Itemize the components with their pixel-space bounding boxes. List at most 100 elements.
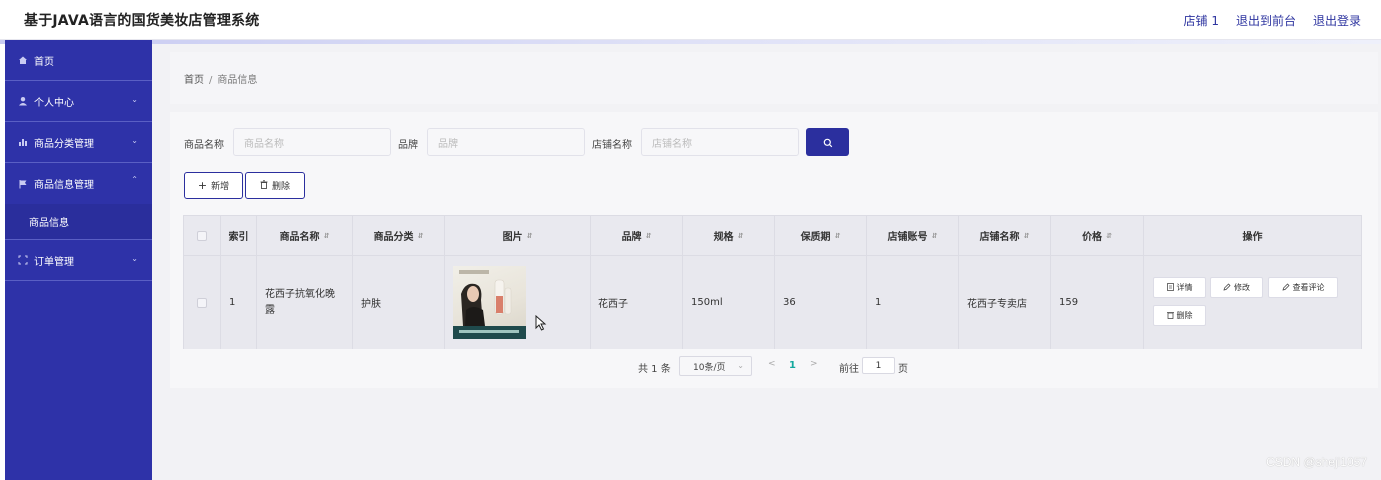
current-page-number[interactable]: 1 [789, 360, 796, 371]
pagination-total: 共 1 条 [638, 364, 671, 375]
add-button[interactable]: + 新增 [184, 172, 243, 199]
chevron-down-icon: ⌄ [131, 95, 138, 104]
header-select-all[interactable] [184, 216, 221, 255]
sort-icon[interactable]: ⇵ [646, 232, 652, 240]
product-image[interactable] [453, 266, 526, 339]
row-checkbox[interactable] [197, 297, 207, 308]
column-header-price[interactable]: 价格 ⇵ [1051, 216, 1144, 255]
page-size-value: 10条/页 [693, 362, 726, 373]
brand-input[interactable]: 品牌 [427, 128, 585, 156]
shop-account-link[interactable]: 店铺 1 [1184, 12, 1219, 29]
detail-label: 详情 [1176, 283, 1193, 292]
trash-icon [260, 179, 268, 192]
column-header-name[interactable]: 商品名称 ⇵ [257, 216, 353, 255]
back-to-frontend-link[interactable]: 退出到前台 [1236, 12, 1296, 29]
column-header-label: 商品分类 [373, 232, 414, 243]
logout-link[interactable]: 退出登录 [1313, 12, 1361, 29]
sidebar-item-category-management[interactable]: 商品分类管理 ⌄ [5, 122, 152, 163]
breadcrumb: 首页 / 商品信息 [184, 71, 257, 86]
cell-brand: 花西子 [591, 256, 683, 349]
edit-icon [1282, 283, 1290, 293]
sidebar-item-home[interactable]: 首页 [5, 40, 152, 81]
column-header-shop-account[interactable]: 店铺账号 ⇵ [867, 216, 959, 255]
column-header-shop-name[interactable]: 店铺名称 ⇵ [959, 216, 1051, 255]
column-header-label: 店铺账号 [887, 232, 928, 243]
chevron-up-icon: ⌃ [131, 175, 138, 184]
sort-icon[interactable]: ⇵ [1024, 232, 1030, 240]
row-select[interactable] [184, 256, 221, 349]
search-button[interactable] [806, 128, 849, 156]
chevron-down-icon: ⌄ [131, 136, 138, 145]
sort-icon[interactable]: ⇵ [1106, 232, 1112, 240]
column-header-index: 索引 [221, 216, 257, 255]
detail-button[interactable]: 详情 [1153, 277, 1206, 298]
column-header-label: 保质期 [800, 232, 831, 243]
bar-chart-icon [18, 137, 28, 147]
next-page-icon[interactable]: > [810, 359, 818, 369]
sort-icon[interactable]: ⇵ [835, 232, 841, 240]
sidebar-item-personal-center[interactable]: 个人中心 ⌄ [5, 81, 152, 122]
batch-delete-label: 删除 [271, 182, 290, 192]
product-table: 索引 商品名称 ⇵ 商品分类 ⇵ 图片 ⇵ 品牌 ⇵ 规格 ⇵ 保质期 ⇵ 店铺账号 ⇵ 店铺… [183, 215, 1362, 349]
column-header-label: 商品名称 [279, 232, 320, 243]
sort-icon[interactable]: ⇵ [418, 232, 424, 240]
chevron-down-icon: ⌄ [131, 254, 138, 263]
breadcrumb-card [170, 52, 1378, 104]
column-header-spec[interactable]: 规格 ⇵ [683, 216, 775, 255]
sidebar-item-order-management[interactable]: 订单管理 ⌄ [5, 240, 152, 281]
trash-icon [1166, 311, 1174, 321]
batch-delete-button[interactable]: 删除 [245, 172, 305, 199]
column-header-category[interactable]: 商品分类 ⇵ [353, 216, 445, 255]
column-header-label: 操作 [1242, 232, 1263, 243]
view-reviews-button[interactable]: 查看评论 [1268, 277, 1338, 298]
breadcrumb-separator: / [209, 75, 213, 86]
sidebar-subitem-label: 商品信息 [29, 218, 69, 229]
column-header-actions: 操作 [1144, 216, 1361, 255]
sidebar-item-label: 商品分类管理 [34, 138, 94, 150]
document-icon [1166, 282, 1174, 293]
cell-shop-name: 花西子专卖店 [959, 256, 1051, 349]
column-header-image[interactable]: 图片 ⇵ [445, 216, 591, 255]
cell-shop-account: 1 [867, 256, 959, 349]
column-header-label: 店铺名称 [979, 232, 1020, 243]
breadcrumb-current: 商品信息 [217, 75, 258, 86]
edit-icon [1223, 283, 1231, 293]
table-row: 1 花西子抗氧化晚露 护肤 花西子 150ml 36 1 花西子专卖店 159 … [184, 256, 1361, 349]
header-links: 店铺 1 退出到前台 退出登录 [1184, 12, 1361, 29]
column-header-shelf-life[interactable]: 保质期 ⇵ [775, 216, 867, 255]
sidebar-item-product-management[interactable]: 商品信息管理 ⌃ [5, 163, 152, 204]
plus-icon: + [197, 179, 208, 192]
flag-icon [18, 179, 28, 189]
column-header-label: 规格 [713, 232, 734, 243]
goto-page-input[interactable]: 1 [862, 357, 895, 374]
search-icon [823, 133, 833, 152]
row-delete-label: 删除 [1176, 311, 1193, 320]
page-size-select[interactable]: 10条/页 ⌄ [679, 356, 752, 376]
shop-name-input[interactable]: 店铺名称 [641, 128, 799, 156]
prev-page-icon[interactable]: < [768, 359, 776, 369]
row-delete-button[interactable]: 删除 [1153, 305, 1206, 326]
cell-spec: 150ml [683, 256, 775, 349]
column-header-label: 品牌 [621, 232, 642, 243]
sort-icon[interactable]: ⇵ [527, 232, 533, 240]
sidebar-item-label: 商品信息管理 [34, 180, 94, 191]
cell-category: 护肤 [353, 256, 445, 349]
watermark: CSDN @sheji1057 [1266, 455, 1367, 469]
column-header-brand[interactable]: 品牌 ⇵ [591, 216, 683, 255]
cell-shelf-life: 36 [775, 256, 867, 349]
breadcrumb-home[interactable]: 首页 [184, 75, 204, 86]
sidebar-subitem-product-info[interactable]: 商品信息 [5, 204, 152, 240]
product-name-label: 商品名称 [184, 140, 224, 151]
sort-icon[interactable]: ⇵ [932, 232, 938, 240]
edit-button[interactable]: 修改 [1210, 277, 1263, 298]
product-name-input[interactable]: 商品名称 [233, 128, 391, 156]
product-photo-graphic [453, 270, 526, 339]
sidebar-item-label: 订单管理 [34, 256, 74, 268]
user-icon [18, 96, 28, 106]
select-all-checkbox[interactable] [197, 230, 207, 241]
sort-icon[interactable]: ⇵ [738, 232, 744, 240]
view-reviews-label: 查看评论 [1292, 283, 1325, 292]
table-header: 索引 商品名称 ⇵ 商品分类 ⇵ 图片 ⇵ 品牌 ⇵ 规格 ⇵ 保质期 ⇵ 店铺账号 ⇵ 店铺… [184, 216, 1361, 256]
sort-icon[interactable]: ⇵ [324, 232, 330, 240]
sidebar-item-label: 个人中心 [34, 97, 74, 109]
